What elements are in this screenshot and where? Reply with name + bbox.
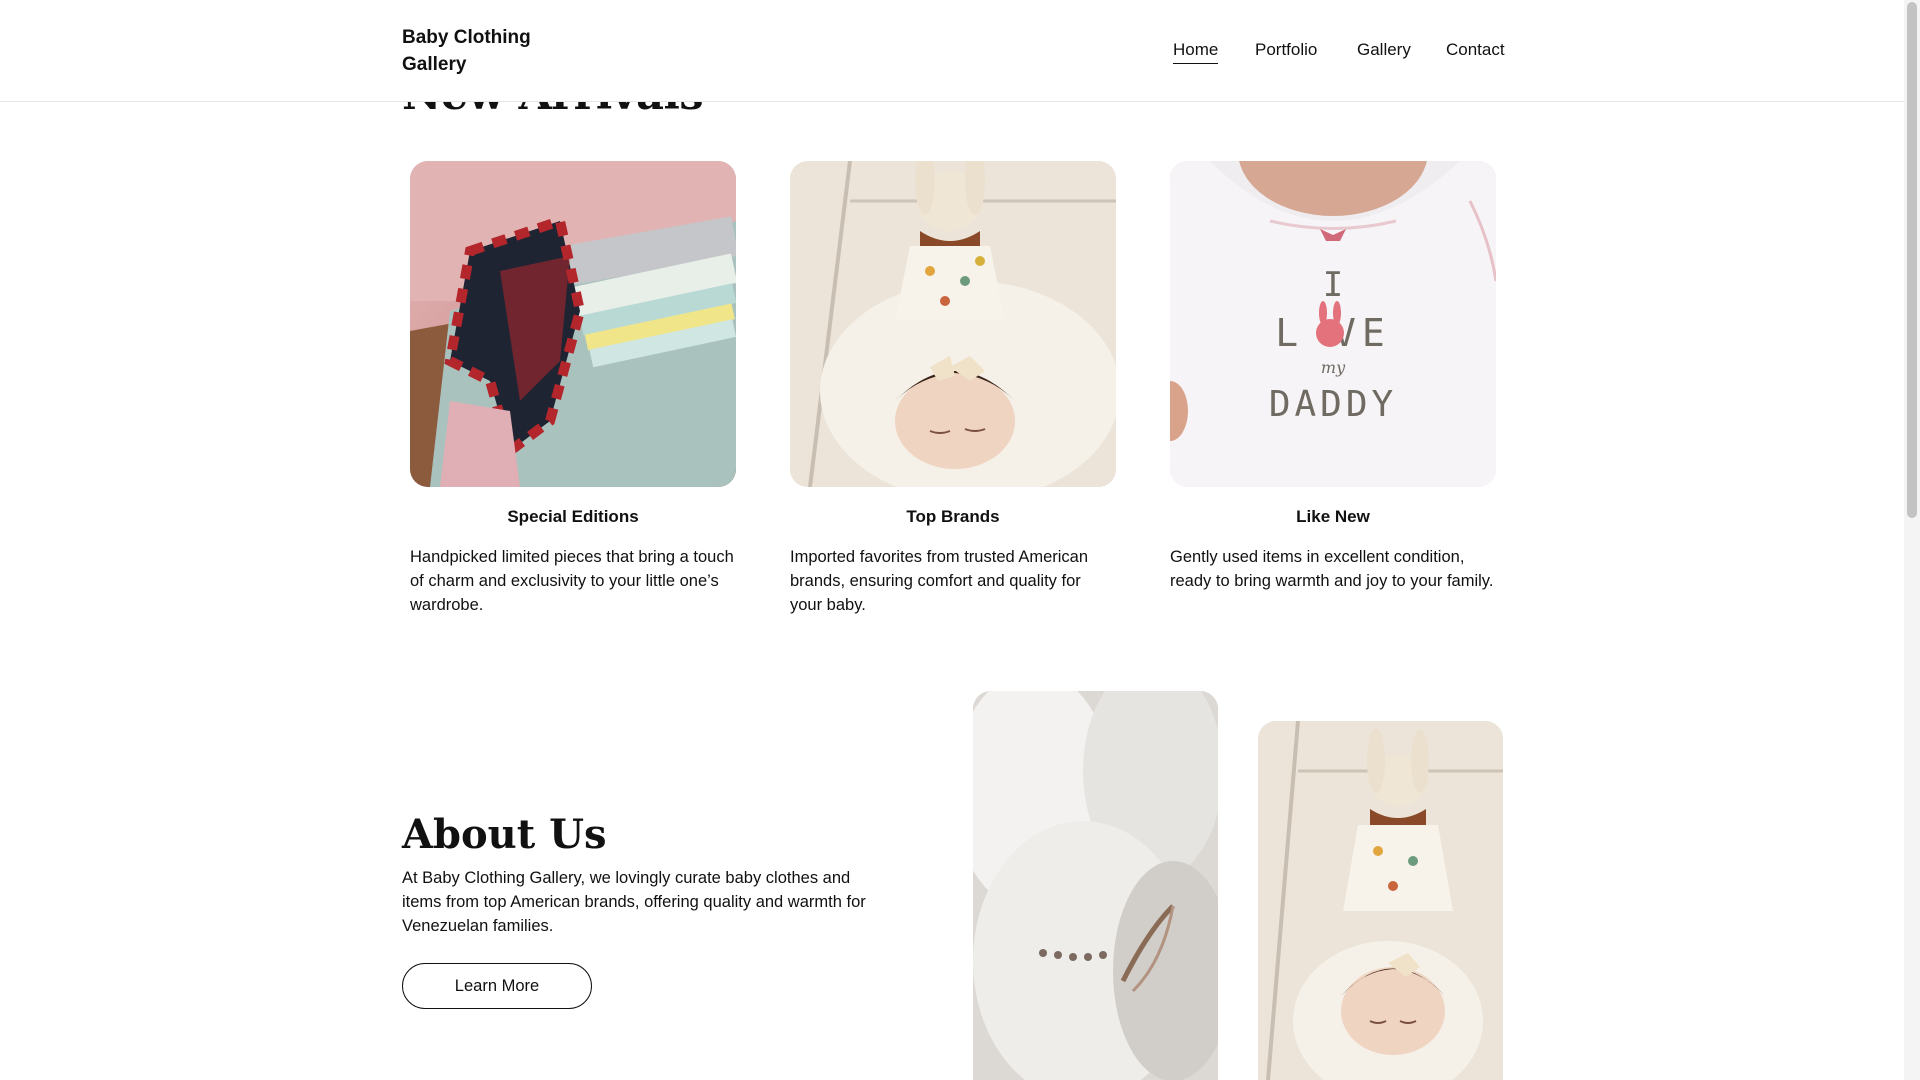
product-card-special-editions: Special Editions Handpicked limited piec…: [410, 161, 736, 617]
product-card-top-brands: Top Brands Imported favorites from trust…: [790, 161, 1116, 617]
card-title: Special Editions: [507, 507, 639, 526]
site-header: Baby Clothing Gallery Home Portfolio Gal…: [0, 0, 1904, 102]
site-logo[interactable]: Baby Clothing Gallery: [402, 24, 542, 78]
nav-portfolio-link[interactable]: Portfolio: [1255, 38, 1317, 62]
card-description: Imported favorites from trusted American…: [790, 548, 1089, 614]
nav-gallery-link[interactable]: Gallery: [1357, 38, 1411, 62]
about-heading: About Us: [402, 811, 607, 858]
learn-more-button[interactable]: Learn More: [402, 963, 592, 1009]
onesie-image: I L VE my DADDY: [1170, 161, 1496, 487]
folded-baby-clothes-image: [410, 161, 736, 487]
page-scrollbar[interactable]: [1904, 0, 1920, 1080]
sleeping-baby-illustration-2: [1258, 721, 1503, 1080]
card-title: Like New: [1296, 507, 1370, 526]
onesie-print-line1: I: [1323, 265, 1343, 305]
about-description: At Baby Clothing Gallery, we lovingly cu…: [402, 869, 866, 935]
card-description: Handpicked limited pieces that bring a t…: [410, 548, 734, 614]
nav-home-link[interactable]: Home: [1173, 38, 1219, 64]
card-title: Top Brands: [906, 507, 1000, 526]
nav-contact-link[interactable]: Contact: [1446, 38, 1505, 62]
onesie-illustration: I L VE my DADDY: [1170, 161, 1496, 487]
baby-booties-image: [973, 691, 1218, 1080]
onesie-print-line3: my: [1321, 358, 1346, 377]
booties-illustration: [973, 691, 1218, 1080]
onesie-print-line4: DADDY: [1269, 384, 1397, 425]
sleeping-baby-image: [790, 161, 1116, 487]
folded-clothes-illustration: [410, 161, 736, 487]
sleeping-baby-illustration: [790, 161, 1116, 487]
sleeping-baby-image-2: [1258, 721, 1503, 1080]
scrollbar-thumb[interactable]: [1907, 2, 1917, 518]
card-description: Gently used items in excellent condition…: [1170, 548, 1494, 590]
product-card-like-new: I L VE my DADDY Like New Gently used ite…: [1170, 161, 1496, 593]
